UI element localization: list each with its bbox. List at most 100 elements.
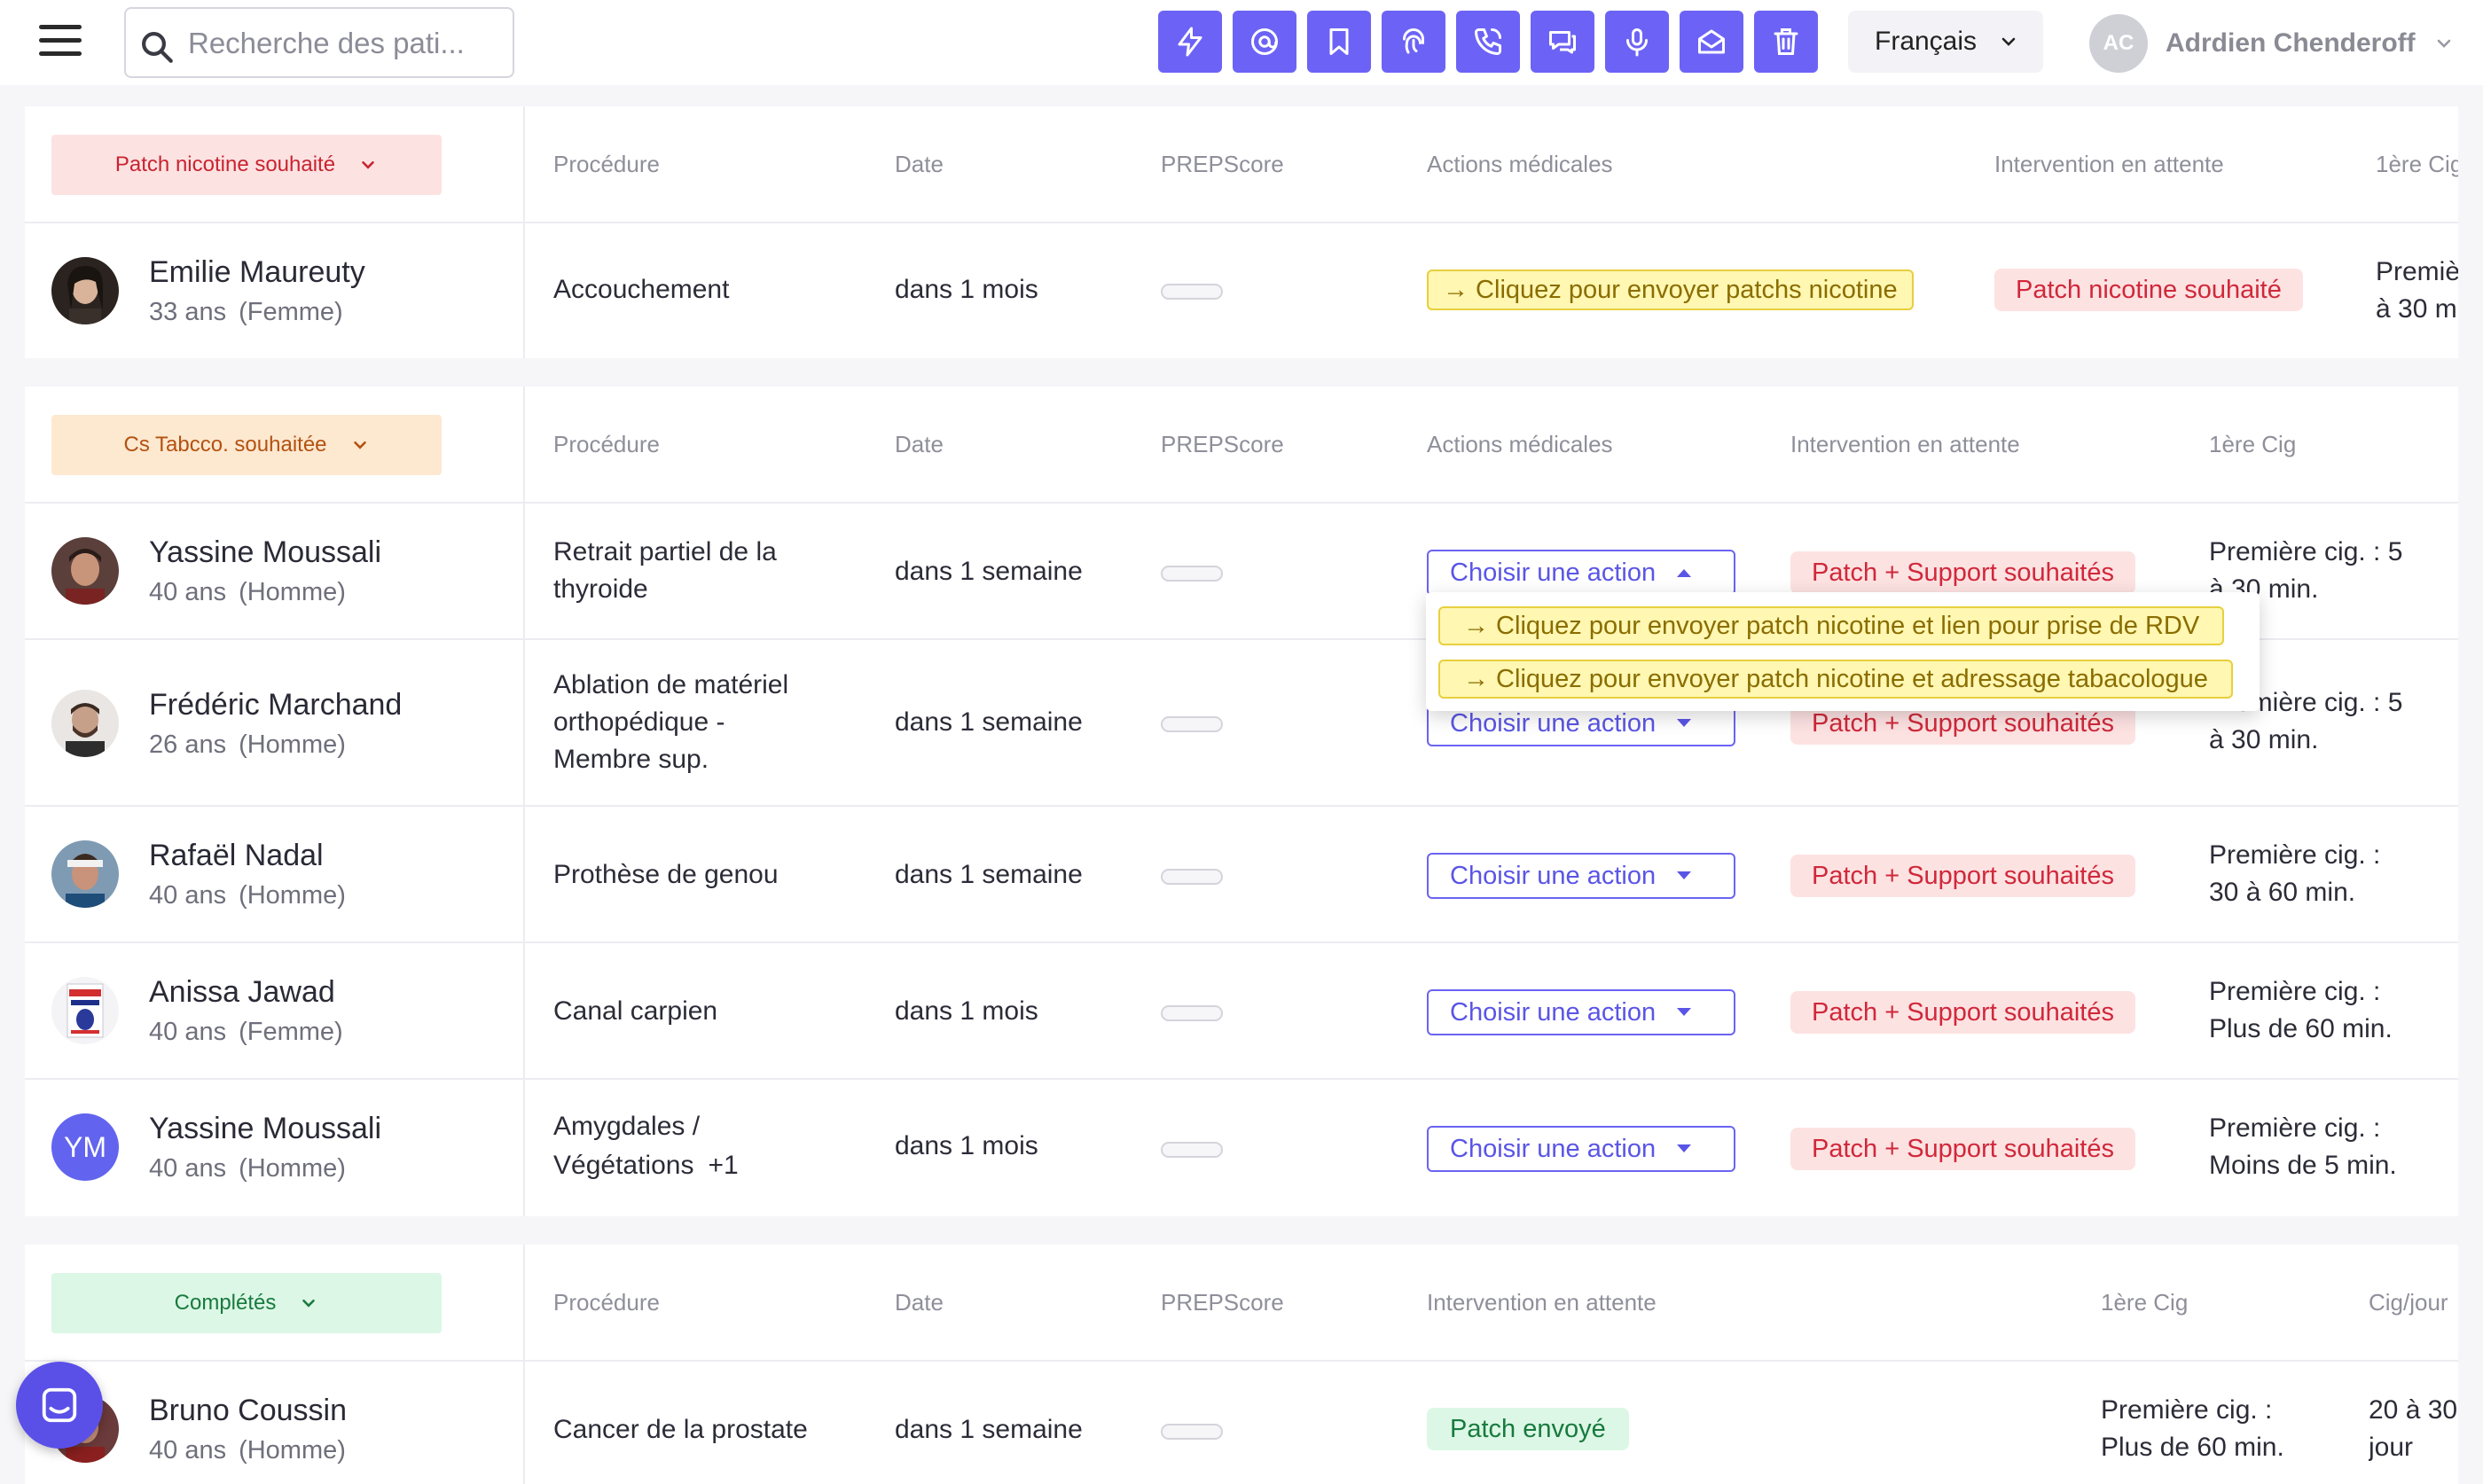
patient-sex: (Homme) bbox=[239, 881, 346, 910]
intervention-badge: Patch + Support souhaités bbox=[1790, 855, 2135, 897]
search-input[interactable] bbox=[188, 21, 498, 66]
prepscore-bar bbox=[1161, 566, 1223, 582]
chat-icon[interactable] bbox=[1531, 11, 1594, 73]
status-label: Patch nicotine souhaité bbox=[114, 152, 336, 176]
table-row[interactable]: Rafaël Nadal 40 ans (Homme) Prothèse de g… bbox=[25, 807, 2458, 943]
table-row[interactable]: YM Yassine Moussali 40 ans (Homme) Amygda… bbox=[25, 1080, 2458, 1216]
procedure-line3: Membre sup. bbox=[553, 745, 709, 774]
patient-name[interactable]: Bruno Coussin bbox=[149, 1394, 347, 1428]
table-row[interactable]: Emilie Maureuty 33 ans (Femme) Accoucheme… bbox=[25, 223, 2458, 358]
action-select[interactable]: Choisir une action bbox=[1427, 550, 1735, 596]
prepscore-bar bbox=[1161, 1142, 1223, 1158]
first-cig-line2: Plus de 60 min. bbox=[2209, 1014, 2393, 1043]
patient-age: 33 ans bbox=[149, 298, 227, 326]
send-patches-action[interactable]: → Cliquez pour envoyer patchs nicotine bbox=[1427, 269, 1914, 310]
phone-call-icon[interactable] bbox=[1456, 11, 1520, 73]
column-header-first-cig-clip: 1ère Cig bbox=[2376, 151, 2458, 186]
prepscore-bar bbox=[1161, 1005, 1223, 1021]
first-cig-line1: Première cig. : 5 bbox=[2209, 537, 2403, 566]
patient-sex: (Femme) bbox=[239, 1018, 343, 1046]
table-row[interactable]: Bruno Coussin 40 ans (Homme) Cancer de la… bbox=[25, 1362, 2458, 1484]
action-select-label: Choisir une action bbox=[1450, 997, 1657, 1027]
first-cig-line2: 30 à 60 min. bbox=[2209, 878, 2356, 907]
column-header-first-cig: 1ère Cig bbox=[2101, 1289, 2189, 1316]
column-header-procedure: Procédure bbox=[553, 151, 660, 177]
avatar bbox=[51, 690, 119, 757]
first-cig-line1: Première cig. : bbox=[2209, 840, 2381, 870]
section-completes: Complétés Procédure Date PREPScore Inter… bbox=[25, 1245, 2458, 1484]
procedure: Cancer de la prostate bbox=[553, 1415, 808, 1444]
menu-icon[interactable] bbox=[39, 25, 82, 59]
caret-down-icon bbox=[1677, 1144, 1692, 1152]
action-select-label: Choisir une action bbox=[1450, 708, 1657, 738]
action-select-label: Choisir une action bbox=[1450, 1134, 1657, 1163]
first-cig-line1: Première cig. : bbox=[2101, 1395, 2273, 1425]
microphone-icon[interactable] bbox=[1605, 11, 1669, 73]
patient-name[interactable]: Yassine Moussali bbox=[149, 535, 381, 570]
patient-name[interactable]: Anissa Jawad bbox=[149, 975, 335, 1010]
patient-name[interactable]: Yassine Moussali bbox=[149, 1112, 381, 1146]
patient-name[interactable]: Frédéric Marchand bbox=[149, 688, 402, 722]
procedure-line2: orthopédique - bbox=[553, 707, 725, 737]
procedure: Canal carpien bbox=[553, 996, 718, 1026]
bookmark-icon[interactable] bbox=[1307, 11, 1371, 73]
date: dans 1 semaine bbox=[895, 1415, 1083, 1444]
patient-meta: 26 ans (Homme) bbox=[149, 730, 346, 760]
patient-sex: (Femme) bbox=[239, 298, 343, 326]
fingerprint-icon[interactable] bbox=[1382, 11, 1445, 73]
first-cig-line2: Plus de 60 min. bbox=[2101, 1433, 2284, 1462]
caret-down-icon bbox=[1677, 871, 1692, 879]
column-header-cig-day: Cig/jour bbox=[2369, 1289, 2448, 1316]
patient-name[interactable]: Rafaël Nadal bbox=[149, 839, 324, 873]
date: dans 1 semaine bbox=[895, 860, 1083, 889]
dropdown-option-tabacologue[interactable]: → Cliquez pour envoyer patch nicotine et… bbox=[1438, 660, 2233, 699]
intervention-badge: Patch + Support souhaités bbox=[1790, 991, 2135, 1034]
avatar bbox=[51, 537, 119, 605]
caret-down-icon bbox=[1677, 1008, 1692, 1016]
chevron-down-icon bbox=[2437, 39, 2450, 48]
patient-age: 40 ans bbox=[149, 578, 227, 606]
action-select[interactable]: Choisir une action bbox=[1427, 853, 1735, 899]
chevron-down-icon bbox=[302, 1299, 316, 1308]
date: dans 1 semaine bbox=[895, 707, 1083, 737]
at-icon[interactable] bbox=[1233, 11, 1296, 73]
table-row[interactable]: Anissa Jawad 40 ans (Femme) Canal carpien… bbox=[25, 943, 2458, 1080]
language-select[interactable]: Français bbox=[1848, 11, 2043, 73]
column-header-date: Date bbox=[895, 431, 944, 457]
date: dans 1 mois bbox=[895, 275, 1038, 304]
first-cig-line2: Moins de 5 min. bbox=[2209, 1151, 2397, 1180]
search-icon bbox=[142, 32, 173, 63]
patient-age: 40 ans bbox=[149, 1436, 227, 1464]
procedure-more-badge[interactable]: +1 bbox=[708, 1151, 738, 1180]
status-filter-cs-tabacco[interactable]: Cs Tabcco. souhaitée bbox=[51, 415, 442, 475]
section-header: Cs Tabcco. souhaitée Procédure Date PREP… bbox=[25, 387, 2458, 504]
status-filter-patch[interactable]: Patch nicotine souhaité bbox=[51, 135, 442, 195]
section-patch-souhaite: Patch nicotine souhaité Procédure Date P… bbox=[25, 106, 2458, 358]
status-label: Complétés bbox=[174, 1291, 277, 1315]
patient-meta: 40 ans (Femme) bbox=[149, 1018, 343, 1047]
procedure-line1: Retrait partiel de la bbox=[553, 537, 777, 566]
search-box[interactable] bbox=[124, 7, 514, 78]
patient-name[interactable]: Emilie Maureuty bbox=[149, 255, 365, 290]
dropdown-option-rdv[interactable]: → Cliquez pour envoyer patch nicotine et… bbox=[1438, 606, 2225, 645]
action-select[interactable]: Choisir une action bbox=[1427, 989, 1735, 1035]
date: dans 1 semaine bbox=[895, 557, 1083, 586]
column-header-prepscore: PREPScore bbox=[1161, 1289, 1284, 1316]
patient-age: 40 ans bbox=[149, 881, 227, 910]
procedure-line1: Ablation de matériel bbox=[553, 670, 789, 699]
first-cig-line1: Première cig. : bbox=[2209, 1113, 2381, 1143]
bolt-icon[interactable] bbox=[1158, 11, 1222, 73]
action-select[interactable]: Choisir une action bbox=[1427, 1126, 1735, 1172]
column-header-date: Date bbox=[895, 151, 944, 177]
patient-age: 40 ans bbox=[149, 1154, 227, 1183]
intervention-badge: Patch nicotine souhaité bbox=[1994, 269, 2303, 311]
trash-icon[interactable] bbox=[1754, 11, 1818, 73]
action-dropdown-menu: → Cliquez pour envoyer patch nicotine et… bbox=[1426, 592, 2260, 711]
user-menu[interactable]: AC Adrdien Chenderoff bbox=[2089, 14, 2455, 73]
first-cig-line1: Premiè bbox=[2376, 257, 2458, 286]
mail-icon[interactable] bbox=[1680, 11, 1743, 73]
chat-launcher-button[interactable] bbox=[16, 1362, 103, 1449]
column-header-actions: Actions médicales bbox=[1427, 151, 1613, 177]
intervention-badge: Patch + Support souhaités bbox=[1790, 551, 2135, 594]
status-filter-completes[interactable]: Complétés bbox=[51, 1273, 442, 1333]
